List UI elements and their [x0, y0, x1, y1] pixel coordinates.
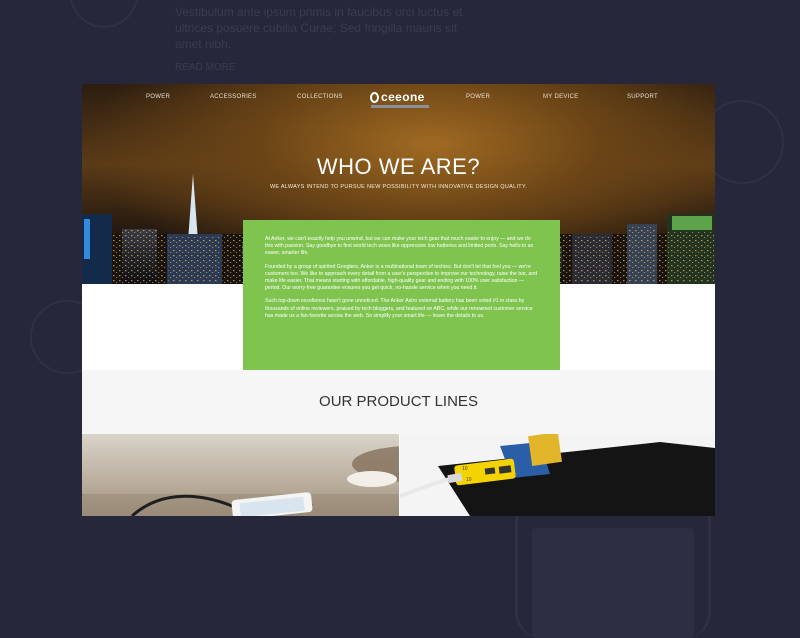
power-bank-image: 10 10 [400, 434, 715, 516]
product-lines-title: OUR PRODUCT LINES [319, 393, 478, 410]
nav-item-collections[interactable]: COLLECTIONS [297, 94, 343, 100]
about-paragraph: Founded by a group of spirited Googlers,… [265, 263, 538, 292]
background-circle-decoration [70, 0, 138, 28]
website-mockup: POWER ACCESSORIES COLLECTIONS ceeone POW… [82, 84, 715, 516]
logo-text: ceeone [381, 90, 425, 104]
background-text-line: ultrices posuere cubilia Curae; Sed frin… [175, 21, 458, 35]
background-text: Vestibulum ante ipsum primis in faucibus… [175, 4, 463, 52]
nav-item-support[interactable]: SUPPORT [627, 94, 658, 100]
device-label: 10 [466, 477, 472, 483]
product-image-phone-cable[interactable] [82, 434, 399, 516]
table-scene-image [82, 446, 399, 516]
nav-item-accessories[interactable]: ACCESSORIES [210, 94, 257, 100]
about-paragraph: Such top-down excellence hasn't gone unn… [265, 298, 533, 319]
background-phone-outline [515, 495, 711, 638]
nav-item-my-device[interactable]: MY DEVICE [543, 94, 579, 100]
product-image-power-bank[interactable]: 10 10 [400, 434, 715, 516]
logo-underline [371, 105, 429, 108]
about-card: At Anker, we can't exactly help you unwi… [243, 220, 560, 370]
about-paragraph: At Anker, we can't exactly help you unwi… [265, 236, 534, 257]
device-label: 10 [462, 466, 468, 472]
background-text-line: amet nibh. [175, 37, 232, 51]
hero-subtitle: WE ALWAYS INTEND TO PURSUE NEW POSSIBILI… [269, 184, 528, 190]
nav-item-power[interactable]: POWER [146, 94, 170, 100]
background-read-more-link: READ MORE [175, 62, 236, 73]
nav-item-power-2[interactable]: POWER [466, 94, 490, 100]
top-navigation: POWER ACCESSORIES COLLECTIONS ceeone POW… [82, 84, 715, 112]
background-text-line: Vestibulum ante ipsum primis in faucibus… [175, 5, 463, 19]
hero-title: WHO WE ARE? [316, 154, 481, 179]
product-lines-section: OUR PRODUCT LINES [82, 370, 715, 434]
logo-mark-icon [370, 91, 379, 103]
site-logo[interactable]: ceeone [370, 88, 425, 106]
